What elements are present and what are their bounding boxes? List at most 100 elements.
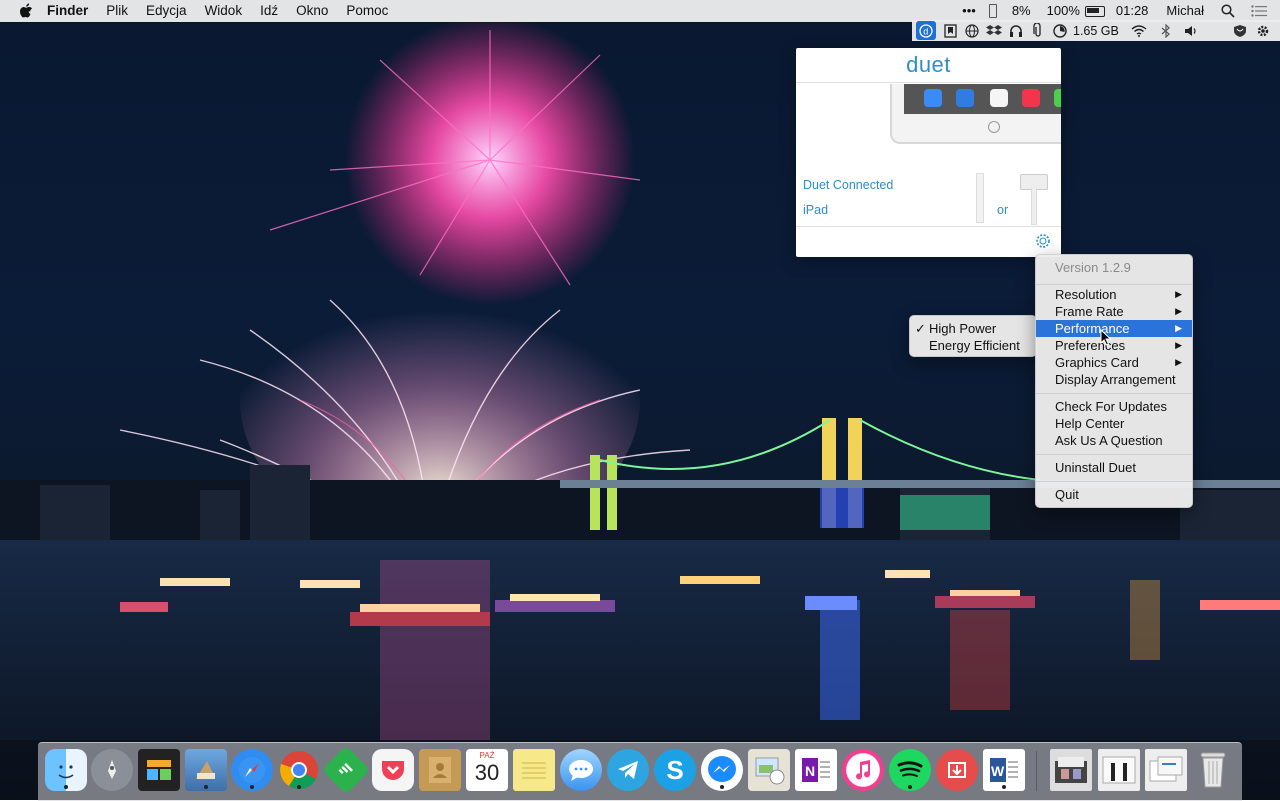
menu-app-finder[interactable]: Finder [45,0,97,22]
menu-item-graphics-card[interactable]: Graphics Card ▶ [1036,354,1192,371]
pocket-icon[interactable] [372,749,414,791]
running-indicator [720,785,724,789]
globe-icon[interactable] [964,23,980,39]
onenote-icon[interactable]: N [795,749,837,791]
menu-item-ask-question[interactable]: Ask Us A Question [1036,432,1192,449]
chrome-icon[interactable] [278,749,320,791]
submenu-arrow-icon: ▶ [1175,306,1182,316]
ram-icon[interactable] [1052,23,1068,39]
svg-text:N: N [805,763,815,779]
submenu-arrow-icon: ▶ [1175,323,1182,333]
menu-item-frame-rate[interactable]: Frame Rate ▶ [1036,303,1192,320]
gear-icon[interactable] [1255,23,1271,39]
bluetooth-icon[interactable] [1158,23,1174,39]
calendar-icon[interactable]: PAŹ 30 [466,749,508,791]
menu-item-label: Preferences [1055,338,1126,353]
menu-file[interactable]: Plik [97,0,137,22]
menu-item-resolution[interactable]: Resolution ▶ [1036,286,1192,303]
menubar-overflow[interactable]: ••• [957,0,981,22]
menu-item-uninstall[interactable]: Uninstall Duet [1036,459,1192,476]
trash-icon[interactable] [1192,749,1234,791]
lightning-cable-icon [976,173,984,223]
bookmark-icon[interactable] [942,23,958,39]
divider [796,82,1061,83]
menu-item-energy-efficient[interactable]: Energy Efficient [910,337,1036,354]
spotify-icon[interactable] [889,749,931,791]
divider [796,226,1061,227]
notification-center-icon[interactable] [1251,3,1267,19]
menu-window[interactable]: Okno [287,0,337,22]
duet-logo: duet [906,52,951,77]
word-icon[interactable]: W [983,749,1025,791]
downloader-icon[interactable] [936,749,978,791]
duet-context-menu: Version 1.2.9 Resolution ▶ Frame Rate ▶ … [1035,254,1193,508]
skype-icon[interactable]: S [654,749,696,791]
documents-icon[interactable] [1098,749,1140,791]
headphones-icon[interactable] [1008,23,1024,39]
menu-item-version: Version 1.2.9 [1055,260,1131,275]
menu-item-help-center[interactable]: Help Center [1036,415,1192,432]
menu-edit[interactable]: Edycja [137,0,196,22]
files-icon[interactable] [1145,749,1187,791]
dock-cable-icon [1031,188,1037,225]
duet-icon[interactable]: d [916,21,936,40]
finder-icon[interactable] [45,749,87,791]
paperclip-icon[interactable] [1030,23,1046,39]
activity-icon[interactable] [138,749,180,791]
spotlight-icon[interactable] [1221,3,1237,19]
telegram-icon[interactable] [607,749,649,791]
submenu-arrow-icon: ▶ [1175,340,1182,350]
mail-icon[interactable] [185,749,227,791]
user-name[interactable]: Michał [1161,0,1209,22]
menu-item-check-updates[interactable]: Check For Updates [1036,398,1192,415]
menu-item-label: Frame Rate [1055,304,1124,319]
dock: PAŹ 30 S N W [38,742,1242,801]
checkmark-icon: ✓ [915,321,926,336]
menu-item-label: Energy Efficient [929,338,1020,353]
battery-icon[interactable] [1084,5,1105,17]
running-indicator [297,785,301,789]
preview-icon[interactable] [748,749,790,791]
ram-usage[interactable]: 1.65 GB [1073,24,1119,38]
menu-help[interactable]: Pomoc [337,0,397,22]
running-indicator [250,785,254,789]
menu-item-quit[interactable]: Quit [1036,486,1192,503]
phone-battery-icon[interactable] [988,4,997,18]
phone-battery-level: 8% [1011,3,1031,18]
shield-icon[interactable] [1232,23,1248,39]
menu-separator [1036,393,1192,394]
menu-item-high-power[interactable]: ✓ High Power [910,320,1036,337]
menu-view[interactable]: Widok [196,0,252,22]
apple-logo-icon[interactable] [19,3,33,19]
launchpad-icon[interactable] [91,749,133,791]
ipad-dock-strip [904,84,1061,114]
menu-item-preferences[interactable]: Preferences ▶ [1036,337,1192,354]
menu-item-performance[interactable]: Performance ▶ [1036,320,1192,337]
clock[interactable]: 01:28 [1111,0,1154,22]
running-indicator [64,785,68,789]
feedly-icon[interactable] [321,745,371,795]
battery-level[interactable]: 100% [1042,0,1085,22]
calendar-day: 30 [474,760,500,785]
volume-icon[interactable] [1183,23,1199,39]
running-indicator [1002,785,1006,789]
running-indicator [908,785,912,789]
menu-go[interactable]: Idź [251,0,287,22]
device-name: iPad [803,203,829,217]
menu-item-label: High Power [929,321,997,336]
running-indicator [204,785,208,789]
settings-gear-icon[interactable] [1034,232,1052,250]
menu-separator [1036,454,1192,455]
menu-item-display-arrangement[interactable]: Display Arrangement [1036,371,1192,388]
notes-icon[interactable] [513,749,555,791]
messages-icon[interactable] [560,749,602,791]
menu-separator [1036,481,1192,482]
itunes-icon[interactable] [842,749,884,791]
contacts-icon[interactable] [419,749,461,791]
safari-icon[interactable] [231,749,273,791]
svg-text:W: W [991,763,1005,779]
folder-icon[interactable] [1050,749,1092,791]
wifi-icon[interactable] [1131,23,1147,39]
messenger-icon[interactable] [701,749,743,791]
dropbox-icon[interactable] [986,23,1002,39]
